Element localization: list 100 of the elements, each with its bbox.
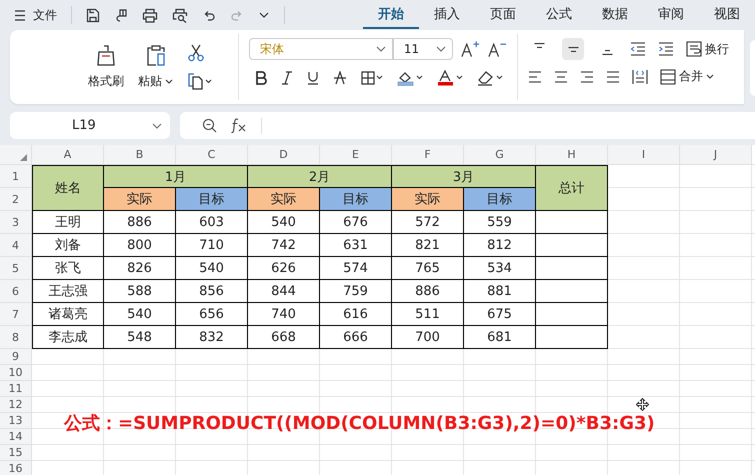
row-header[interactable]: 6: [0, 280, 32, 303]
table-cell: 812: [464, 234, 536, 257]
wrap-text-button[interactable]: 换行: [686, 40, 729, 58]
brush-icon: [95, 44, 117, 66]
row-header[interactable]: 11: [0, 381, 32, 397]
save-icon[interactable]: [86, 8, 100, 22]
bold-icon[interactable]: [255, 71, 267, 85]
table-cell: 诸葛亮: [32, 303, 104, 326]
row-header[interactable]: 10: [0, 365, 32, 381]
print-icon[interactable]: [142, 8, 158, 22]
ribbon-tab[interactable]: 公式: [531, 2, 587, 28]
caret-icon: [165, 78, 173, 84]
decrease-indent-icon[interactable]: [630, 42, 646, 56]
row-header[interactable]: 13: [0, 413, 32, 429]
move-cursor-icon: [636, 398, 649, 411]
table-cell: 740: [248, 303, 320, 326]
function-icon[interactable]: [231, 118, 247, 133]
font-color-icon[interactable]: [437, 70, 463, 86]
row-header[interactable]: 5: [0, 257, 32, 280]
eraser-icon[interactable]: [477, 70, 503, 86]
name-box[interactable]: L19: [10, 112, 170, 139]
chevron-down-icon: [376, 46, 386, 52]
table-cell: 832: [176, 326, 248, 349]
table-cell: 603: [176, 211, 248, 234]
row-header[interactable]: 15: [0, 445, 32, 461]
wrap-text-icon: [686, 41, 702, 57]
row-header[interactable]: 1: [0, 165, 32, 188]
caret-icon: [706, 74, 714, 79]
italic-icon[interactable]: [281, 71, 293, 85]
table-cell: 572: [392, 211, 464, 234]
row-header[interactable]: 4: [0, 234, 32, 257]
clipboard-icon: [144, 44, 166, 66]
formula-field[interactable]: [180, 112, 755, 139]
column-header[interactable]: D: [248, 145, 320, 165]
distributed-align-icon[interactable]: [632, 68, 648, 84]
paste-button[interactable]: 粘贴: [138, 44, 173, 90]
table-cell: 张飞: [32, 257, 104, 280]
row-header[interactable]: 8: [0, 326, 32, 349]
decrease-font-icon[interactable]: [488, 40, 508, 58]
row-header[interactable]: 14: [0, 429, 32, 445]
merge-cells-icon: [660, 68, 676, 84]
menu-icon[interactable]: [14, 10, 26, 20]
font-size-dropdown[interactable]: 11: [392, 38, 453, 60]
column-header[interactable]: F: [392, 145, 464, 165]
format-painter-button[interactable]: 格式刷: [88, 44, 124, 90]
strikethrough-icon[interactable]: [333, 71, 347, 85]
column-header[interactable]: E: [320, 145, 392, 165]
table-cell: 856: [176, 280, 248, 303]
underline-icon[interactable]: [307, 71, 319, 85]
column-header[interactable]: C: [176, 145, 248, 165]
column-header[interactable]: H: [536, 145, 608, 165]
formula-annotation: 公式：=SUMPRODUCT((MOD(COLUMN(B3:G3),2)=0)*B3:G3): [64, 412, 655, 435]
table-header-cell: 1月: [104, 165, 248, 188]
select-all-icon[interactable]: [20, 154, 27, 161]
align-right-icon[interactable]: [580, 70, 594, 84]
align-lines-icon: [534, 43, 544, 48]
table-cell: 765: [392, 257, 464, 280]
merge-button[interactable]: 合并: [660, 68, 714, 85]
table-cell: 588: [104, 280, 176, 303]
ribbon-tab[interactable]: 插入: [419, 2, 475, 28]
row-header[interactable]: 7: [0, 303, 32, 326]
row-header[interactable]: 9: [0, 349, 32, 365]
column-header[interactable]: G: [464, 145, 536, 165]
scissors-icon[interactable]: [187, 44, 205, 62]
table-cell: 刘备: [32, 234, 104, 257]
table-cell: 548: [104, 326, 176, 349]
fill-color-icon[interactable]: [397, 70, 423, 86]
increase-indent-icon[interactable]: [658, 42, 674, 56]
row-header[interactable]: 12: [0, 397, 32, 413]
column-header[interactable]: B: [104, 145, 176, 165]
chevron-down-icon: [152, 122, 162, 128]
vertical-align-button[interactable]: [562, 38, 584, 60]
column-header[interactable]: A: [32, 145, 104, 165]
copy-icon[interactable]: [187, 72, 213, 90]
ribbon-tab[interactable]: 数据: [587, 2, 643, 28]
chevron-down-icon[interactable]: [258, 11, 270, 19]
zoom-icon[interactable]: [202, 118, 217, 133]
align-center-icon[interactable]: [554, 70, 568, 84]
justify-icon[interactable]: [606, 70, 620, 84]
file-menu[interactable]: 文件: [33, 6, 57, 24]
table-header-cell: 实际: [248, 188, 320, 211]
row-header[interactable]: 3: [0, 211, 32, 234]
table-cell: 540: [104, 303, 176, 326]
undo-icon[interactable]: [202, 8, 216, 22]
ribbon-tab[interactable]: 页面: [475, 2, 531, 28]
table-header-cell: 总计: [536, 165, 608, 211]
format-icon[interactable]: [114, 8, 128, 22]
table-header-cell: 3月: [392, 165, 536, 188]
column-header[interactable]: I: [608, 145, 680, 165]
column-header[interactable]: J: [680, 145, 752, 165]
print-preview-icon[interactable]: [172, 8, 188, 22]
row-header[interactable]: 2: [0, 188, 32, 211]
row-header[interactable]: 16: [0, 461, 32, 475]
ribbon-tab[interactable]: 审阅: [643, 2, 699, 28]
ribbon-tab[interactable]: 视图: [699, 2, 755, 28]
table-cell: 710: [176, 234, 248, 257]
borders-icon[interactable]: [361, 71, 383, 85]
increase-font-icon[interactable]: [460, 40, 480, 58]
align-left-icon[interactable]: [528, 70, 542, 84]
table-cell: 王明: [32, 211, 104, 234]
